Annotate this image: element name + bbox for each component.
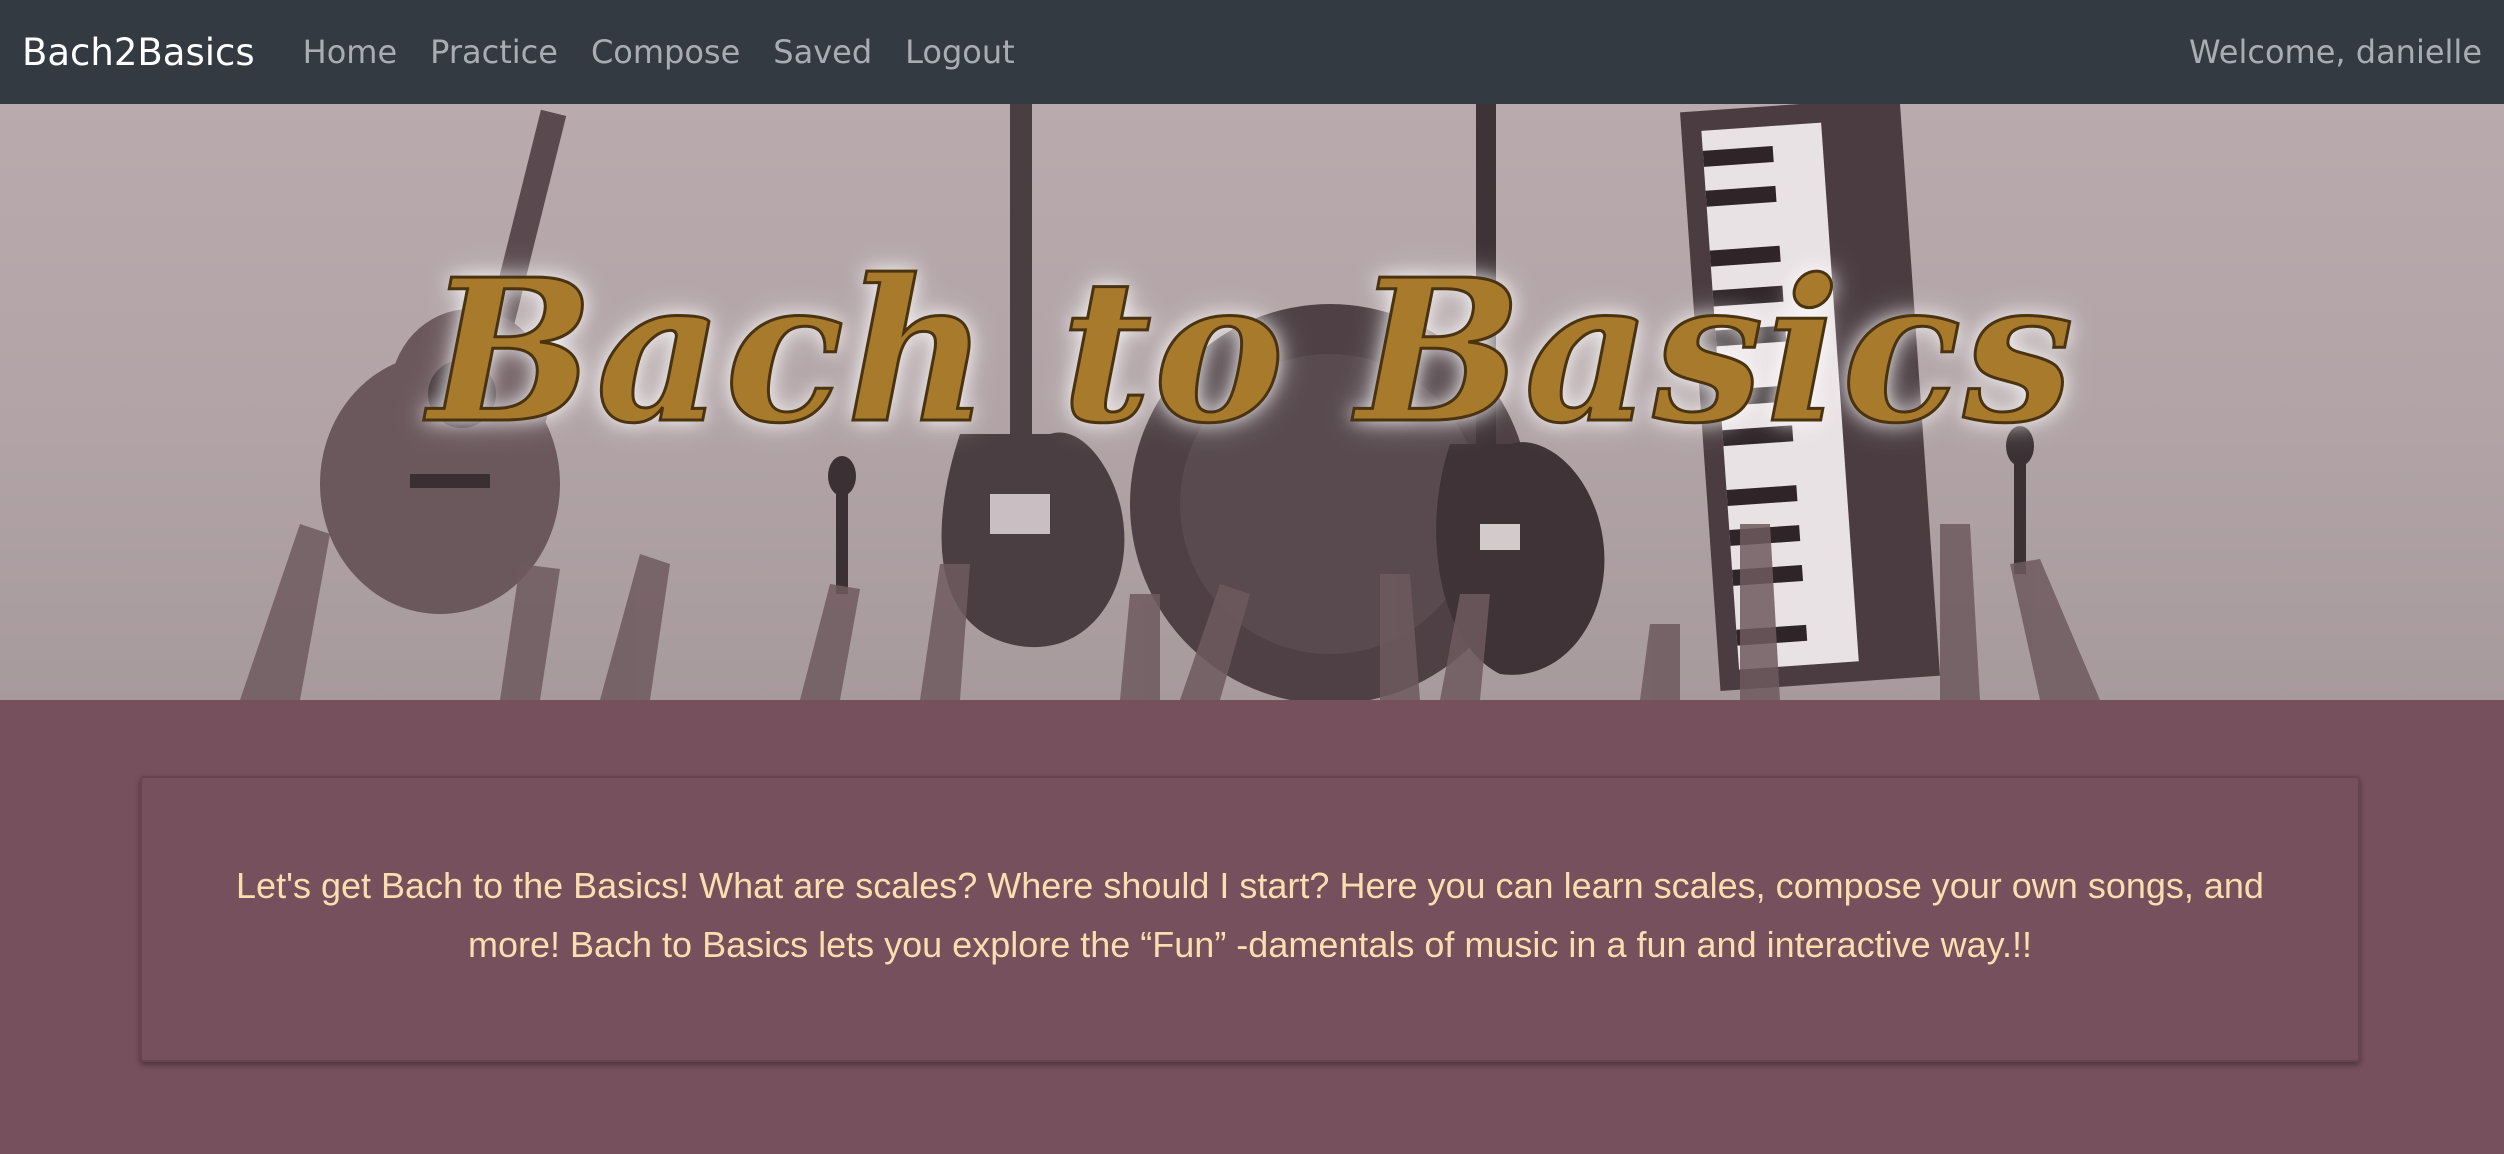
brand-logo-link[interactable]: Bach2Basics (22, 31, 255, 74)
hero-banner: Bach to Basics (0, 104, 2504, 700)
nav-home-link[interactable]: Home (303, 33, 398, 71)
intro-description: Let's get Bach to the Basics! What are s… (236, 865, 2264, 965)
hero-title: Bach to Basics (427, 237, 2076, 467)
nav-practice-link[interactable]: Practice (430, 33, 558, 71)
nav-compose-link[interactable]: Compose (591, 33, 740, 71)
intro-card: Let's get Bach to the Basics! What are s… (140, 776, 2360, 1062)
nav-links: Home Practice Compose Saved Logout (303, 33, 1015, 71)
nav-logout-link[interactable]: Logout (905, 33, 1015, 71)
welcome-message: Welcome, danielle (2189, 33, 2482, 71)
nav-saved-link[interactable]: Saved (773, 33, 872, 71)
top-navbar: Bach2Basics Home Practice Compose Saved … (0, 0, 2504, 104)
